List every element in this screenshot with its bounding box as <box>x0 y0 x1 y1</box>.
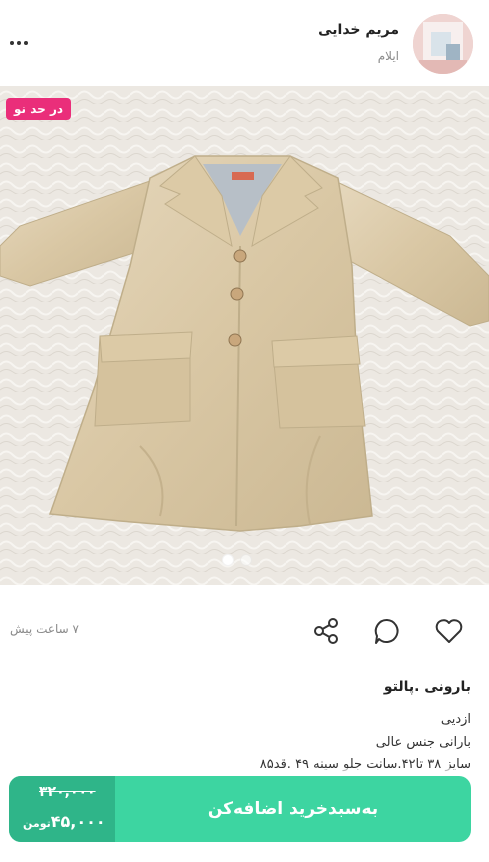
condition-badge: در حد نو <box>6 98 72 120</box>
seller-city: ایلام <box>377 49 399 63</box>
old-price: ۳۲۰,۰۰۰ <box>39 784 96 800</box>
listing-title: بارونی .پالتو <box>383 679 471 695</box>
pager-dot[interactable] <box>240 554 252 566</box>
comment-icon[interactable] <box>371 615 403 647</box>
more-dot <box>24 41 28 45</box>
share-icon[interactable] <box>310 615 342 647</box>
new-price-value: ۴۵,۰۰۰ <box>50 812 106 831</box>
more-dot <box>17 41 21 45</box>
description-line: ازدیی <box>440 712 471 727</box>
coat-image <box>0 86 489 585</box>
post-header: مریم خدایی ایلام <box>0 0 489 86</box>
more-options-icon[interactable] <box>6 30 32 56</box>
posted-time: ۷ ساعت پیش <box>10 622 79 636</box>
photo-pager <box>222 554 252 566</box>
more-dot <box>10 41 14 45</box>
price-box: ۳۲۰,۰۰۰ ۴۵,۰۰۰تومن <box>9 776 115 842</box>
action-row: ۷ ساعت پیش <box>0 605 489 657</box>
product-photo[interactable] <box>0 86 489 585</box>
seller-avatar[interactable] <box>413 14 473 74</box>
currency-label: تومن <box>23 817 51 830</box>
pager-dot-active[interactable] <box>222 554 234 566</box>
new-price: ۴۵,۰۰۰تومن <box>23 812 106 831</box>
description-line: بارانی جنس عالی <box>375 735 471 750</box>
heart-icon[interactable] <box>433 615 465 647</box>
add-to-cart-label: به‌سبدخرید اضافه‌کن <box>207 799 379 819</box>
add-to-cart-button[interactable]: ۳۲۰,۰۰۰ ۴۵,۰۰۰تومن به‌سبدخرید اضافه‌کن <box>9 776 471 842</box>
seller-name[interactable]: مریم خدایی <box>318 22 399 38</box>
